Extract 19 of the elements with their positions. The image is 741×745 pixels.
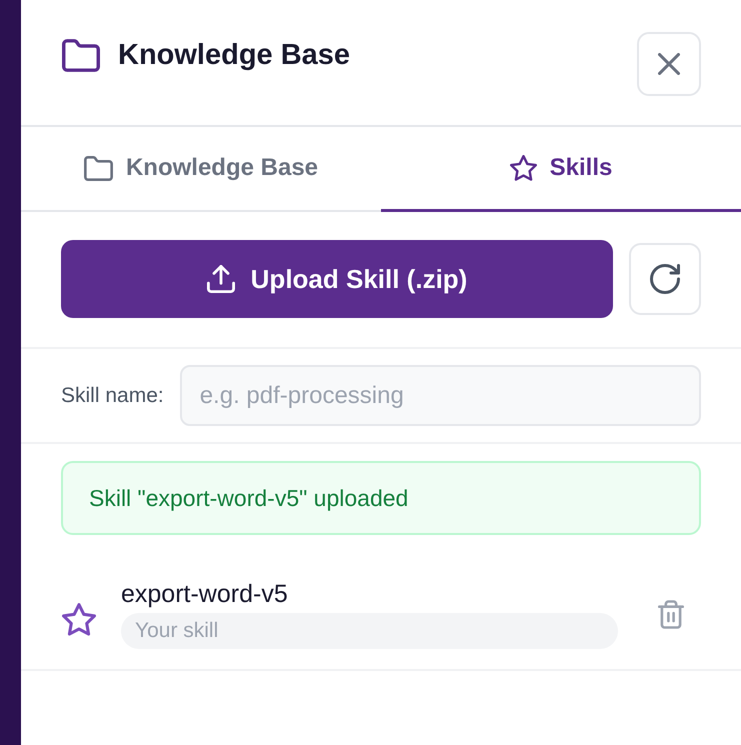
close-button[interactable] bbox=[637, 32, 701, 96]
refresh-button[interactable] bbox=[629, 243, 701, 315]
upload-icon bbox=[206, 265, 235, 293]
skill-name-field[interactable]: e.g. pdf-processing bbox=[180, 365, 701, 426]
skill-description-field[interactable]: Your skill bbox=[121, 613, 618, 649]
tab[interactable]: Skills bbox=[381, 127, 741, 212]
tab[interactable]: Knowledge Base bbox=[21, 127, 381, 212]
panel-title: Knowledge Base bbox=[118, 39, 350, 72]
trash-icon[interactable] bbox=[658, 600, 684, 628]
folder-icon bbox=[62, 39, 100, 72]
folder-icon bbox=[84, 156, 113, 180]
refresh-icon bbox=[650, 264, 680, 294]
success-message: Skill "export-word-v5" uploaded bbox=[61, 461, 701, 535]
skill-name-label: Skill name: bbox=[61, 384, 164, 408]
skill-name: export-word-v5 bbox=[121, 579, 289, 609]
star-icon bbox=[62, 602, 96, 636]
star-icon bbox=[510, 155, 537, 181]
upload-button[interactable]: Upload Skill (.zip) bbox=[61, 240, 613, 318]
close-icon bbox=[658, 53, 680, 75]
